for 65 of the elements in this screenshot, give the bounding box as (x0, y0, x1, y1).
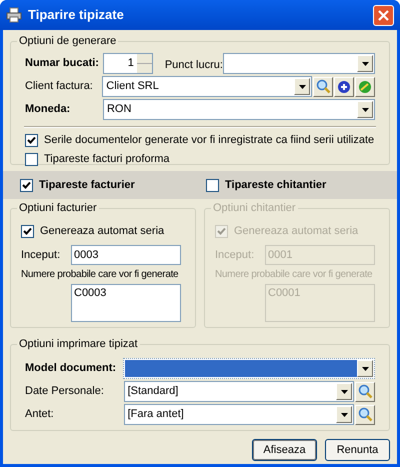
printer-icon (6, 7, 22, 23)
caret-icon (362, 108, 368, 112)
field-label: Numere probabile care vor fi generate (21, 269, 178, 280)
field-label: Inceput: (215, 248, 256, 263)
field-label: Punct lucru: (164, 58, 223, 72)
checkbox[interactable] (25, 152, 38, 166)
caret-icon (340, 412, 348, 416)
dialog-button[interactable]: Afiseaza (252, 439, 317, 461)
caret-icon (340, 390, 348, 394)
field-label: Antet: (25, 407, 55, 422)
start-field[interactable]: 0003 (71, 245, 181, 265)
group-title: Optiuni facturier (17, 201, 99, 215)
numbers-list: C0003 (71, 284, 181, 322)
checkbox-label: Genereaza automat seria (40, 224, 164, 239)
edit-button[interactable] (355, 76, 375, 96)
search-button[interactable] (355, 382, 375, 402)
caret-icon (362, 366, 368, 370)
field-label: Numar bucati: (25, 56, 100, 72)
group-title: Optiuni de generare (17, 34, 118, 48)
window-title: Tiparire tipizate (28, 6, 124, 24)
group-title: Optiuni imprimare tipizat (17, 337, 140, 351)
field-label: Inceput: (21, 248, 62, 263)
dropdown-field[interactable]: [Standard] (124, 381, 354, 402)
checkbox[interactable] (206, 178, 219, 192)
checkbox-label: Genereaza automat seria (234, 224, 358, 239)
dialog-button[interactable]: Renunta (325, 439, 390, 461)
field-label: Client factura: (25, 79, 94, 94)
caret-icon (298, 84, 306, 88)
close-button[interactable] (373, 4, 394, 26)
search-icon (358, 407, 372, 422)
dropdown-field[interactable]: [Fara antet] (124, 404, 354, 425)
checkbox-label: Tipareste facturier (39, 178, 135, 193)
checkbox[interactable] (25, 134, 38, 146)
field-label: Model document: (25, 361, 118, 376)
field-label: Moneda: (25, 102, 72, 118)
dropdown-button[interactable] (357, 360, 373, 377)
group-title: Optiuni chitantier (211, 201, 298, 215)
search-icon (358, 384, 372, 399)
dropdown-field[interactable]: RON (102, 99, 375, 120)
numbers-list: C0001 (265, 284, 375, 322)
dropdown-field[interactable]: Client SRL (102, 76, 312, 97)
checkbox[interactable] (20, 178, 33, 192)
caret-icon (362, 62, 368, 66)
search-button[interactable] (313, 76, 333, 96)
dropdown-field[interactable] (123, 358, 375, 379)
checkbox-label: Tipareste chitantier (225, 178, 326, 193)
checkbox-label: Serile documentelor generate vor fi inregistrate ca fiind serii utilizate (44, 132, 374, 148)
pencil-icon (358, 80, 372, 94)
field-label: Date Personale: (25, 384, 105, 400)
dropdown-button[interactable] (294, 78, 310, 95)
close-icon (378, 10, 389, 20)
dropdown-button[interactable] (336, 406, 352, 423)
dropdown-button[interactable] (357, 55, 373, 72)
plus-icon (337, 80, 351, 94)
number-spinner[interactable]: 1 (103, 53, 153, 74)
dropdown-field[interactable] (222, 53, 375, 74)
add-button[interactable] (334, 76, 354, 96)
checkbox[interactable] (21, 224, 34, 238)
checkbox-label: Tipareste facturi proforma (44, 152, 170, 167)
dropdown-button[interactable] (336, 383, 352, 400)
dropdown-button[interactable] (357, 101, 373, 118)
field-label: Numere probabile care vor fi generate (215, 269, 372, 280)
search-button[interactable] (355, 404, 375, 424)
spinner-value: 1 (126, 56, 135, 72)
search-icon (316, 79, 330, 94)
